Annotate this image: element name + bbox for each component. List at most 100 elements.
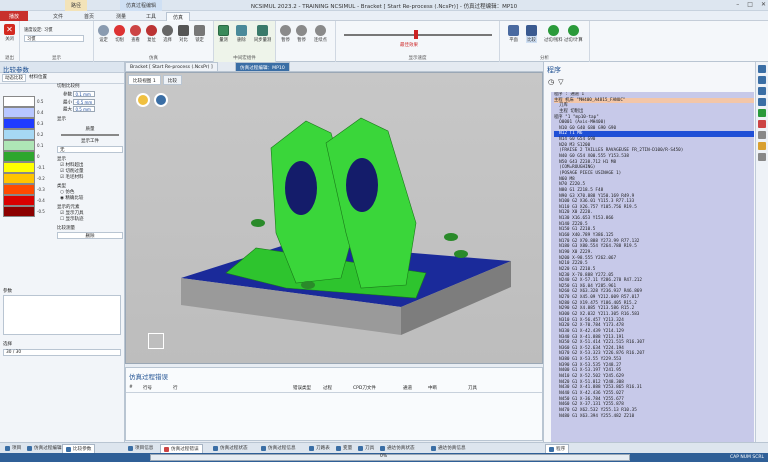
checkbox[interactable]: ☐ <box>60 217 64 222</box>
checkbox[interactable]: ☑ <box>60 211 64 216</box>
compare-button[interactable]: 对比 <box>178 25 189 43</box>
doc-tab-bracket[interactable]: Bracket [ Start Re-process (.NcsPr) ] <box>125 62 218 72</box>
delete-icon <box>236 25 247 36</box>
tab-channel-status[interactable]: 通达仿真状态 <box>377 444 418 452</box>
tab-project-info[interactable]: 项目信息 <box>125 444 156 452</box>
tab-sim-status[interactable]: 仿真过程状态 <box>210 444 251 452</box>
min-input[interactable]: -0.5 mm <box>73 98 96 105</box>
legend-swatch <box>3 184 35 195</box>
close-icon[interactable]: ✕ <box>761 1 766 8</box>
lock-button[interactable]: 锁定 <box>194 25 205 43</box>
legend-swatch <box>3 173 35 184</box>
3d-viewport[interactable]: 比较视图 1 比较 <box>125 72 543 364</box>
legend-swatch <box>3 195 35 206</box>
tool-arrow-icon[interactable] <box>758 65 766 73</box>
legend-row: 0.2 <box>3 129 53 140</box>
window-title: NCSIMUL 2023.2 - TRAINING NCSIMUL - Brac… <box>250 4 518 10</box>
title-bar: 路径 仿真过程编辑 NCSIMUL 2023.2 - TRAINING NCSI… <box>0 0 768 11</box>
tool-arrow-icon[interactable] <box>758 76 766 84</box>
error-icon <box>164 446 169 452</box>
stop-button[interactable]: 暂停 <box>296 25 307 43</box>
speed-slider-track[interactable] <box>344 34 492 36</box>
ribbon-group-playback: 暂停 暂停 连续点 <box>276 21 336 62</box>
code-line[interactable]: N480 G1 X63.394 Y255.482 Z210 <box>554 414 754 420</box>
view-icon <box>130 25 141 36</box>
rewind-icon <box>146 25 157 36</box>
tool-page-icon[interactable] <box>758 153 766 161</box>
compare-options: 切削比较例 参数 0.1 mm 最小 -0.5 mm 最大 0.5 mm 显示 … <box>57 83 123 239</box>
document-tabs: Bracket [ Start Re-process (.NcsPr) ] 仿真… <box>125 62 543 72</box>
tool-arrow-icon[interactable] <box>758 87 766 95</box>
legend-swatch <box>3 107 35 118</box>
cut-button[interactable]: 切削 <box>114 25 125 43</box>
menu-file[interactable]: 播放 <box>0 11 29 21</box>
tab-toolpath[interactable]: 刀路表 <box>306 444 333 452</box>
menu-item[interactable]: 文件 <box>47 12 69 21</box>
tool-check-icon[interactable] <box>758 109 766 117</box>
tool-save-icon[interactable] <box>758 142 766 150</box>
flat-button[interactable]: 平面 <box>508 25 519 43</box>
params-label: 参数 <box>3 289 12 294</box>
display-select[interactable]: 无 <box>57 145 123 153</box>
tab-material-position[interactable]: 材料位置 <box>29 74 47 82</box>
status-bar: 0% CAP NUM SCRL <box>0 453 768 462</box>
speed-mode-select[interactable]: 习惯 <box>24 35 84 42</box>
tab-sim-edit[interactable]: 仿真过程编辑 <box>24 444 65 452</box>
align-button[interactable]: 量测 <box>218 25 229 43</box>
maximize-icon[interactable]: □ <box>747 1 753 8</box>
doc-tab-sim-edit[interactable]: 仿真过程编辑：MP10 <box>235 62 290 72</box>
compare-analysis-button[interactable]: 比较 <box>526 25 537 43</box>
program-code[interactable]: 程序 : 通道 1 主程 机床 "MH400_A4815_FANUC" 刀库 主程… <box>551 92 754 442</box>
tab-project[interactable]: 项目 <box>2 444 24 452</box>
ribbon-group-speed: 最佳效果 显示速度 <box>336 21 500 62</box>
checkbox[interactable]: ☑ <box>60 175 64 180</box>
bottom-tabs: 项目 仿真过程编辑 比较参数 项目信息 仿真过程错误 仿真过程状态 仿真过程信息… <box>0 442 768 454</box>
close-button[interactable]: ✕ 关闭 <box>4 24 15 42</box>
menu-item[interactable]: 测量 <box>110 12 132 21</box>
legend-row: -0.5 <box>3 206 53 217</box>
checkbox[interactable]: ☑ <box>60 163 64 168</box>
tool-arrow-icon[interactable] <box>758 98 766 106</box>
settings-button[interactable]: 设定 <box>98 25 109 43</box>
view-button[interactable]: 查看 <box>130 25 141 43</box>
speed-slider-thumb[interactable] <box>414 30 418 39</box>
clock-icon[interactable]: ◷ <box>548 78 554 86</box>
tab-tools[interactable]: 刀具 <box>355 444 377 452</box>
tab-variables[interactable]: 变量 <box>333 444 355 452</box>
step-button[interactable]: 连续点 <box>314 25 327 43</box>
menu-item[interactable]: 首页 <box>78 12 100 21</box>
delete-measure-button[interactable]: 删除 <box>57 231 123 239</box>
param-input[interactable]: 0.1 mm <box>73 91 96 97</box>
sync-measure-button[interactable]: 同步量测 <box>254 25 271 43</box>
tool-edit-icon[interactable] <box>758 131 766 139</box>
overcut-calc-button[interactable]: 过切/计算 <box>564 25 583 43</box>
filter-icon[interactable]: ▽ <box>558 78 563 86</box>
tool-icon <box>358 445 363 451</box>
select-icon <box>162 25 173 36</box>
radio[interactable]: ◉ <box>60 196 64 201</box>
tab-channel-info[interactable]: 通达仿真信息 <box>428 444 469 452</box>
max-input[interactable]: 0.5 mm <box>73 106 96 112</box>
rewind-button[interactable]: 复位 <box>146 25 157 43</box>
quality-slider[interactable] <box>61 133 119 136</box>
axis-triad-icon <box>148 333 164 349</box>
mount-hole <box>301 281 315 289</box>
legend-swatch <box>3 140 35 151</box>
select-combo[interactable]: 30 / 30 <box>3 349 121 356</box>
tab-sim-info[interactable]: 仿真过程信息 <box>258 444 299 452</box>
overcut-residual-button[interactable]: 过切/残料 <box>544 25 563 43</box>
errors-header: # 行号 行 错误类型 过程 CPD刀文件 通道 中断 刀具 <box>126 384 542 393</box>
minimize-icon[interactable]: – <box>736 1 739 8</box>
right-bore <box>346 158 378 212</box>
tool-stop-icon[interactable] <box>758 120 766 128</box>
delete-button[interactable]: 删除 <box>236 25 247 43</box>
sim-info-icon <box>261 445 266 451</box>
pause-button[interactable]: 暂停 <box>280 25 291 43</box>
legend-row: 0 <box>3 151 53 162</box>
checkbox[interactable]: ☑ <box>60 169 64 174</box>
radio[interactable]: ○ <box>60 190 64 195</box>
legend-swatch <box>3 118 35 129</box>
menu-item[interactable]: 工具 <box>140 12 162 21</box>
select-button[interactable]: 选择 <box>162 25 173 43</box>
tab-dynamic-compare[interactable]: 动态比较 <box>2 74 26 82</box>
